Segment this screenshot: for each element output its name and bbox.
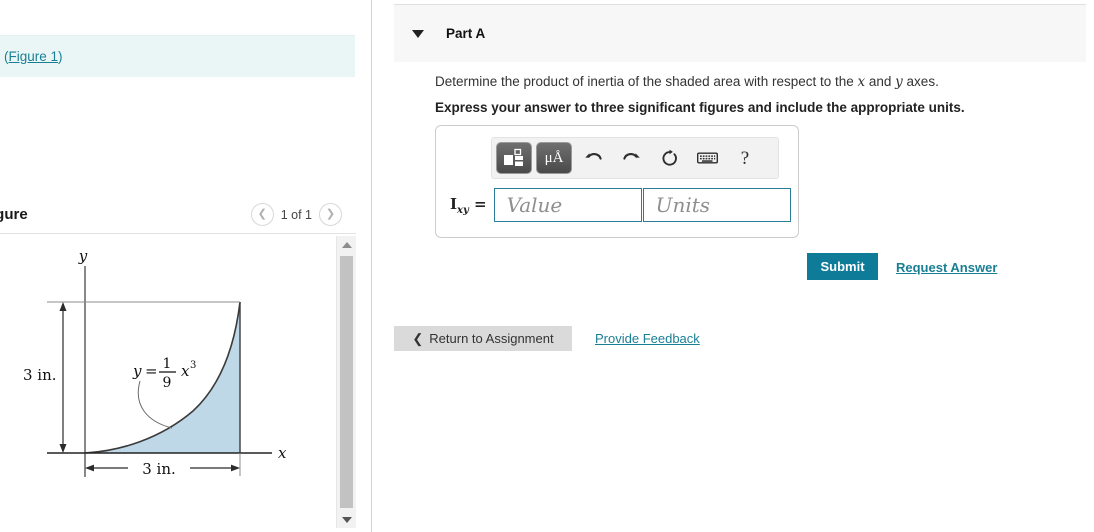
answer-label-subscript: xy xyxy=(457,204,469,216)
figure-panel-title: igure xyxy=(0,206,28,223)
equation-numerator: 1 xyxy=(163,356,172,372)
undo-arrow-icon[interactable] xyxy=(576,143,610,173)
return-button-label: Return to Assignment xyxy=(429,331,554,346)
prompt-text-b: and xyxy=(865,74,896,89)
figure-1-link[interactable]: Figure 1 xyxy=(9,49,59,64)
answer-label-symbol: I xyxy=(450,194,458,213)
prompt-text-a: Determine the product of inertia of the … xyxy=(435,74,858,89)
equation-variable: x xyxy=(181,362,190,380)
figure-diagram: y x 3 in. 3 in. y = 1 9 x 3 xyxy=(23,247,287,478)
prompt-text-c: axes. xyxy=(902,74,939,89)
help-label: ? xyxy=(740,147,750,169)
scrollbar-down-arrow[interactable] xyxy=(337,511,356,528)
units-input[interactable]: Units xyxy=(642,188,791,222)
math-template-icon[interactable] xyxy=(496,142,532,174)
answer-label-equals: = xyxy=(474,194,487,213)
vertical-dimension-label: 3 in. xyxy=(23,366,57,384)
figure-panel-header: igure ❮ 1 of 1 ❯ xyxy=(0,196,356,234)
question-prompt: Determine the product of inertia of the … xyxy=(435,74,939,90)
chevron-left-icon: ❮ xyxy=(412,330,424,346)
figure-next-button[interactable]: ❯ xyxy=(319,203,342,226)
curve-equation: y = 1 9 x 3 xyxy=(132,356,196,391)
equation-y: y xyxy=(132,362,142,380)
caret-down-icon[interactable] xyxy=(412,29,424,38)
prompt-var-y: y xyxy=(895,74,903,90)
units-placeholder: Units xyxy=(655,193,711,217)
horizontal-dim-arrow-right xyxy=(231,464,240,472)
figure-viewport: y x 3 in. 3 in. y = 1 9 x 3 xyxy=(0,236,356,532)
part-a-header[interactable]: Part A xyxy=(394,4,1086,62)
keyboard-icon[interactable] xyxy=(690,143,724,173)
left-panel: (Figure 1) igure ❮ 1 of 1 ❯ xyxy=(0,0,372,532)
prompt-var-x: x xyxy=(857,74,866,90)
request-answer-link[interactable]: Request Answer xyxy=(896,260,997,275)
horizontal-dimension-label: 3 in. xyxy=(142,460,176,478)
answer-field-row: Ixy = Value Units xyxy=(450,188,791,222)
figure-pager: ❮ 1 of 1 ❯ xyxy=(250,203,356,226)
y-axis-label: y xyxy=(78,247,88,265)
return-to-assignment-button[interactable]: ❮ Return to Assignment xyxy=(394,326,572,351)
vertical-dim-arrow-top xyxy=(59,302,67,311)
x-axis-label: x xyxy=(278,444,287,462)
scrollbar-thumb[interactable] xyxy=(340,256,353,508)
figure-prev-button[interactable]: ❮ xyxy=(250,203,274,226)
units-icon[interactable]: μÅ xyxy=(536,142,572,174)
value-input[interactable]: Value xyxy=(493,188,642,222)
value-placeholder: Value xyxy=(506,193,563,217)
units-button-label: μÅ xyxy=(544,149,564,166)
paren-close: ) xyxy=(58,49,63,64)
equation-exponent: 3 xyxy=(190,360,196,371)
question-mark-icon[interactable]: ? xyxy=(728,143,762,173)
horizontal-dim-arrow-left xyxy=(85,464,94,472)
provide-feedback-link[interactable]: Provide Feedback xyxy=(595,331,700,346)
equation-equals: = xyxy=(145,362,158,380)
submit-button[interactable]: Submit xyxy=(807,253,878,280)
reset-circle-icon[interactable] xyxy=(652,143,686,173)
answer-entry-box: μÅ ? Ixy = Value Units xyxy=(435,125,799,238)
figure-scrollbar[interactable] xyxy=(336,236,356,528)
equation-denominator: 9 xyxy=(163,375,172,391)
part-a-title: Part A xyxy=(446,26,486,41)
answer-label: Ixy = xyxy=(450,195,487,216)
right-panel: Part A Determine the product of inertia … xyxy=(373,0,1094,532)
figure-pager-label: 1 of 1 xyxy=(280,207,312,222)
question-instruction: Express your answer to three significant… xyxy=(435,100,965,115)
vertical-dim-arrow-bottom xyxy=(59,444,67,453)
redo-arrow-icon[interactable] xyxy=(614,143,648,173)
math-toolbar: μÅ ? xyxy=(491,137,779,179)
scrollbar-up-arrow[interactable] xyxy=(337,236,356,253)
figure-reference-text: (Figure 1) xyxy=(4,49,63,64)
figure-reference-banner: (Figure 1) xyxy=(0,35,355,77)
